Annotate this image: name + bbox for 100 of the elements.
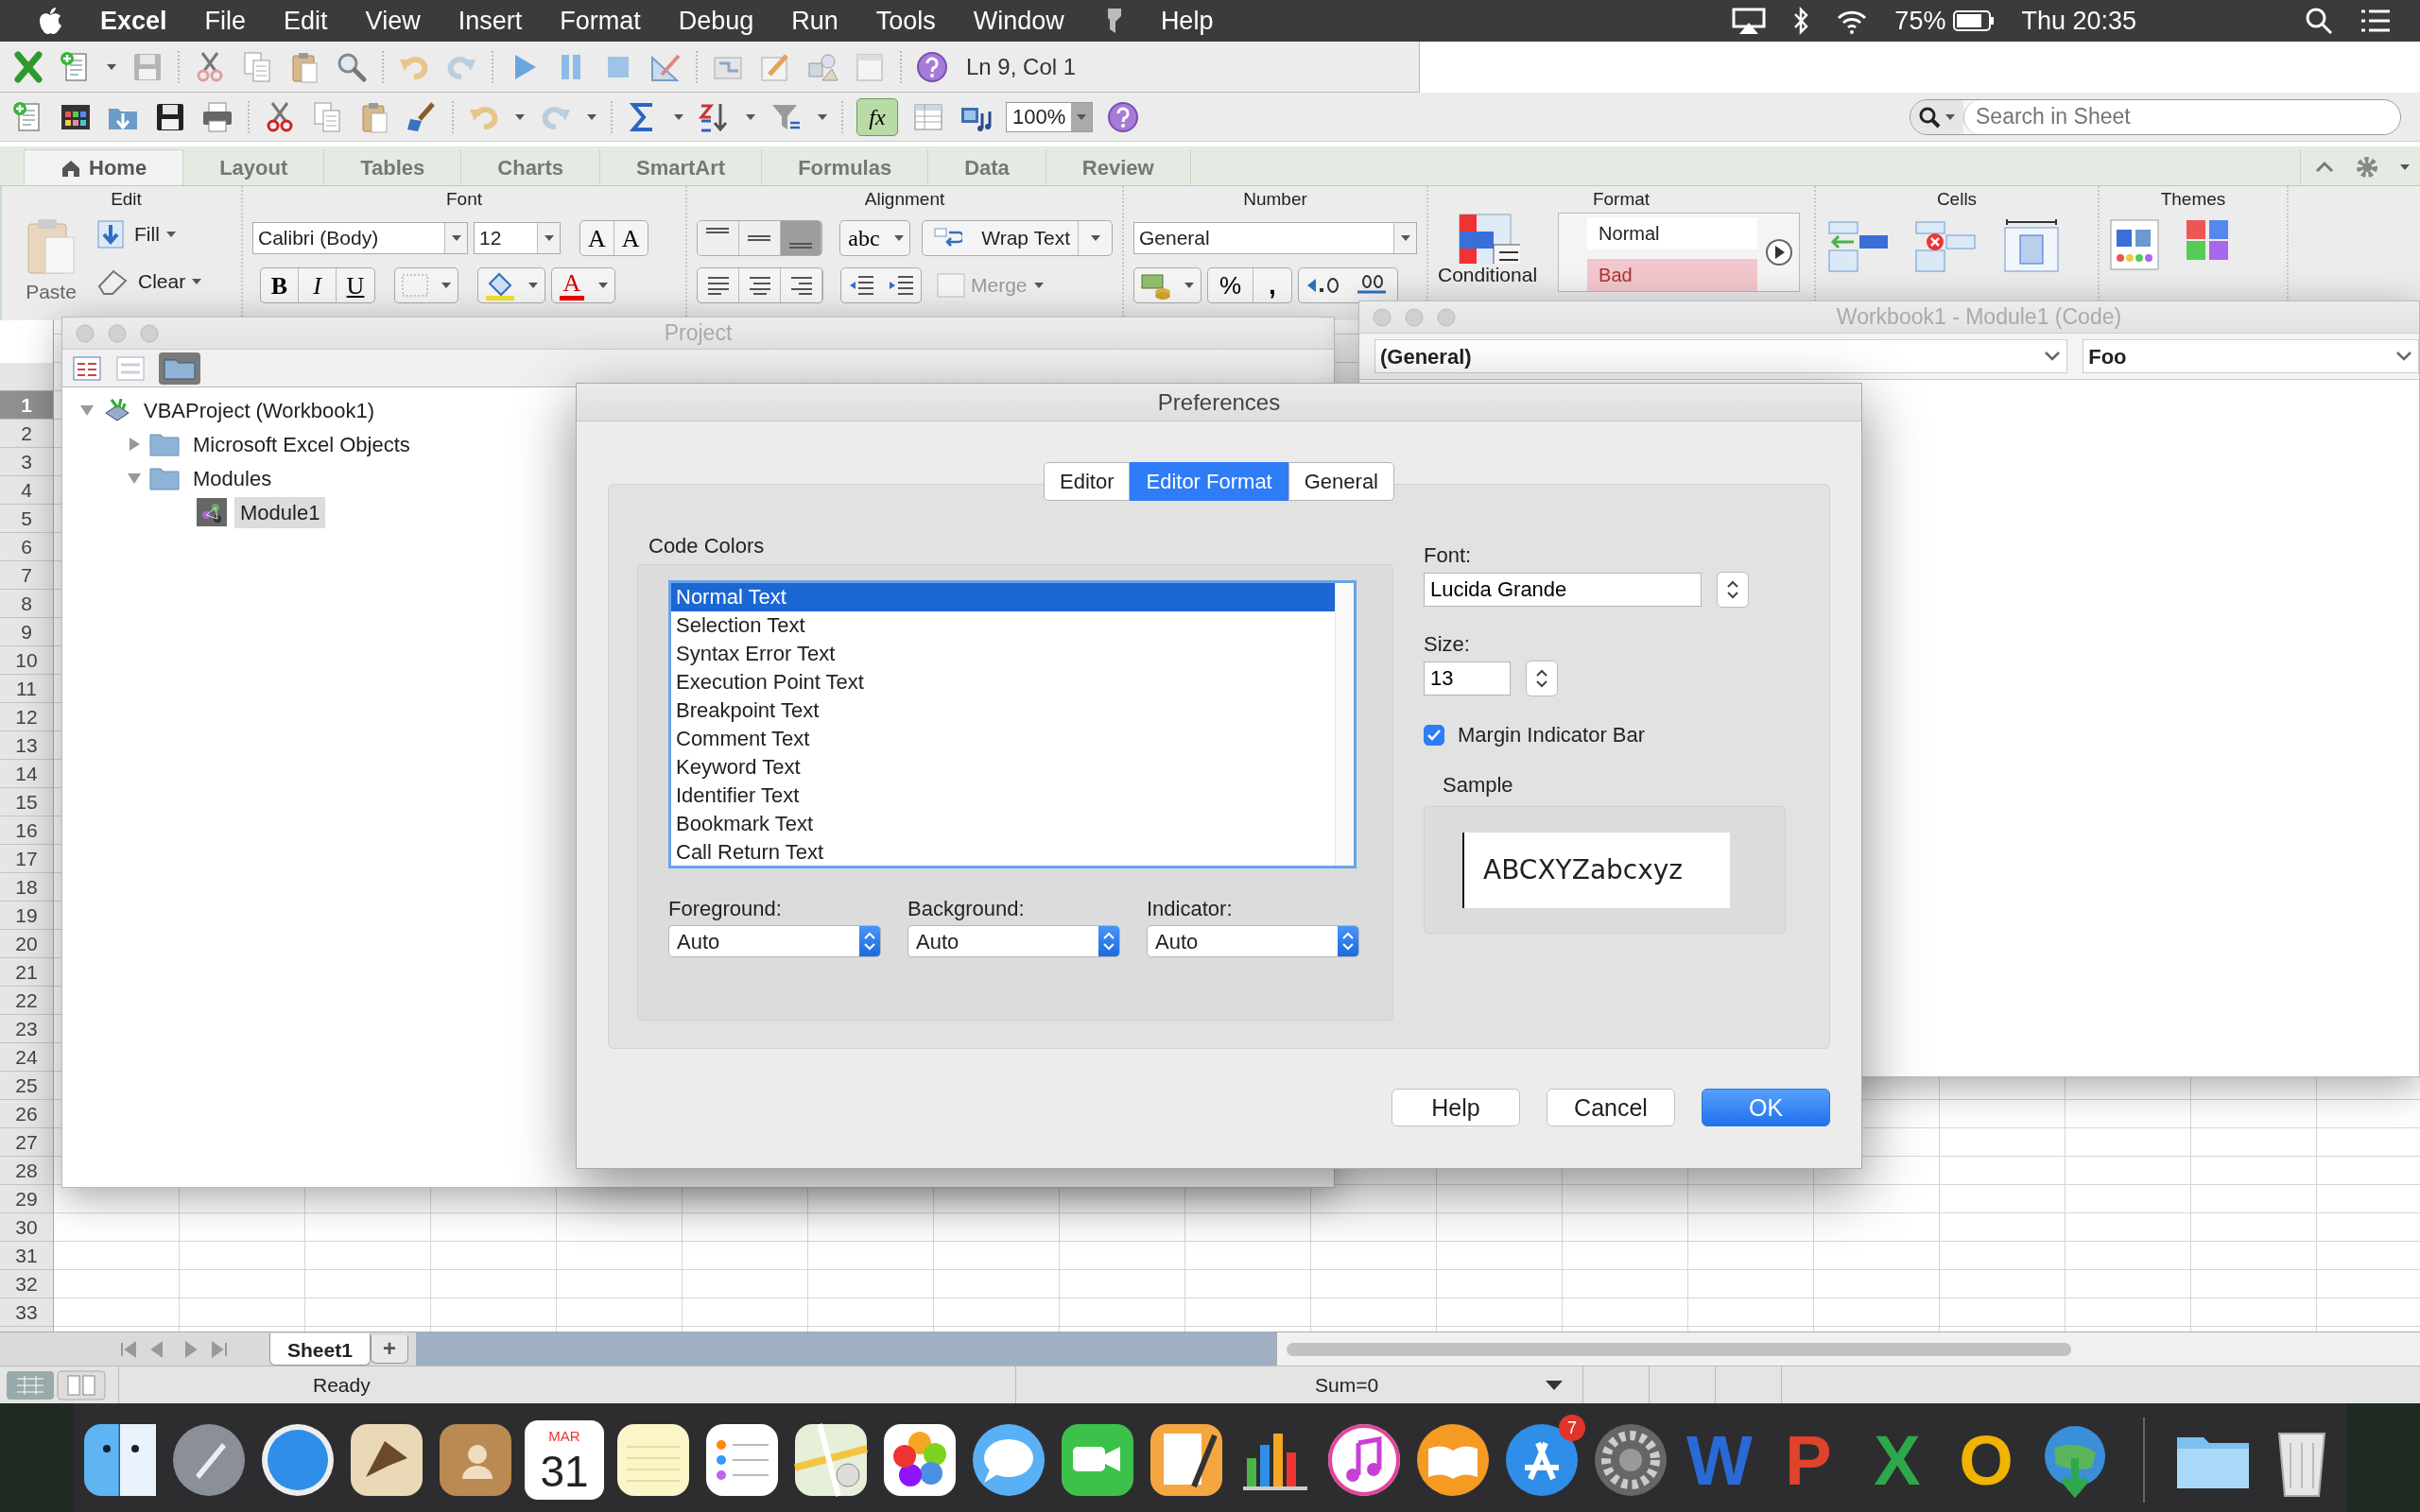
ribbon-tab[interactable]: Formulas bbox=[762, 149, 929, 185]
row-header[interactable]: 18 bbox=[0, 873, 53, 902]
row-header[interactable]: 16 bbox=[0, 816, 53, 845]
dropdown-icon[interactable] bbox=[1545, 1379, 1564, 1391]
menu-item[interactable]: View bbox=[365, 1, 421, 41]
row-header[interactable]: 23 bbox=[0, 1015, 53, 1043]
row-header[interactable]: 30 bbox=[0, 1213, 53, 1242]
row-header[interactable]: 12 bbox=[0, 703, 53, 731]
text-align-icon[interactable] bbox=[747, 276, 772, 295]
expanded-arrow-icon[interactable] bbox=[127, 471, 142, 486]
caret-icon[interactable] bbox=[1090, 234, 1101, 242]
dialog-tab[interactable]: General bbox=[1288, 462, 1394, 501]
dialog-button[interactable]: Cancel bbox=[1547, 1089, 1675, 1126]
menu-item[interactable]: Debug bbox=[678, 1, 754, 41]
row-header[interactable]: 9 bbox=[0, 618, 53, 646]
chevron-down-icon[interactable] bbox=[2395, 351, 2412, 362]
bluetooth-icon[interactable] bbox=[1792, 7, 1810, 35]
row-header[interactable]: 5 bbox=[0, 505, 53, 533]
list-item[interactable]: Bookmark Text bbox=[671, 810, 1335, 838]
caret-icon[interactable] bbox=[527, 282, 539, 289]
app-letter-icon[interactable]: X bbox=[1858, 1420, 1937, 1500]
list-item[interactable]: Call Return Text bbox=[671, 838, 1335, 867]
italic-button[interactable]: I bbox=[299, 268, 337, 302]
paste-button[interactable]: Paste bbox=[21, 211, 81, 309]
currency-icon[interactable] bbox=[1140, 271, 1172, 300]
scrollbar-track[interactable] bbox=[1335, 583, 1354, 866]
map-icon[interactable] bbox=[791, 1420, 871, 1500]
row-header[interactable]: 19 bbox=[0, 902, 53, 930]
row-header[interactable]: 22 bbox=[0, 987, 53, 1015]
ribbon-tab[interactable]: Tables bbox=[324, 149, 462, 185]
caret-icon[interactable] bbox=[1945, 112, 1956, 121]
help-icon[interactable] bbox=[915, 49, 949, 84]
row-header[interactable]: 2 bbox=[0, 420, 53, 448]
dialog-tab[interactable]: Editor bbox=[1044, 462, 1131, 501]
caret-icon[interactable] bbox=[597, 282, 609, 289]
row-header[interactable]: 4 bbox=[0, 476, 53, 505]
menu-item[interactable]: Help bbox=[1160, 1, 1214, 41]
apple-icon[interactable] bbox=[38, 7, 62, 35]
paint-bucket-icon[interactable] bbox=[484, 270, 516, 301]
caret-icon[interactable] bbox=[673, 112, 684, 121]
battery-icon[interactable] bbox=[1953, 10, 1996, 31]
fill-button[interactable]: Fill bbox=[130, 217, 181, 251]
clock[interactable]: Thu 20:35 bbox=[2021, 1, 2136, 41]
procedure-dropdown[interactable]: Foo bbox=[2083, 339, 2419, 373]
row-header[interactable]: 14 bbox=[0, 760, 53, 788]
caret-icon[interactable] bbox=[191, 278, 203, 285]
row-header[interactable]: 28 bbox=[0, 1157, 53, 1185]
caret-icon[interactable] bbox=[450, 234, 462, 242]
stepper-button[interactable] bbox=[1526, 661, 1558, 696]
caret-icon[interactable] bbox=[1184, 282, 1195, 289]
row-header[interactable]: 31 bbox=[0, 1242, 53, 1270]
ribbon-tab[interactable]: Review bbox=[1046, 149, 1191, 185]
menu-item[interactable]: Tools bbox=[875, 1, 936, 41]
increase-indent-icon[interactable] bbox=[887, 275, 915, 296]
row-header[interactable]: 15 bbox=[0, 788, 53, 816]
underline-button[interactable]: U bbox=[337, 268, 374, 302]
row-header[interactable]: 29 bbox=[0, 1185, 53, 1213]
list-item[interactable]: Breakpoint Text bbox=[671, 696, 1335, 725]
row-header[interactable]: 27 bbox=[0, 1128, 53, 1157]
add-sheet-button[interactable]: + bbox=[370, 1334, 408, 1364]
chevron-down-icon[interactable] bbox=[2044, 351, 2062, 362]
size-field[interactable]: 13 bbox=[1424, 662, 1511, 696]
search-icon[interactable] bbox=[2305, 7, 2333, 35]
menu-item[interactable]: Run bbox=[791, 1, 838, 41]
row-header[interactable]: 25 bbox=[0, 1072, 53, 1100]
wrap-text-button[interactable]: Wrap Text bbox=[922, 220, 1113, 256]
font-field[interactable]: Lucida Grande bbox=[1424, 573, 1702, 607]
row-header[interactable]: 20 bbox=[0, 930, 53, 958]
ribbon-tab[interactable]: SmartArt bbox=[600, 149, 763, 185]
collapsed-arrow-icon[interactable] bbox=[127, 437, 142, 452]
color-dropdown[interactable]: Auto bbox=[1147, 925, 1359, 957]
grow-font-button[interactable]: A bbox=[580, 221, 614, 255]
tree-item[interactable]: Microsoft Excel Objects bbox=[187, 428, 416, 460]
row-header[interactable]: 7 bbox=[0, 561, 53, 590]
row-header[interactable]: 21 bbox=[0, 958, 53, 987]
row-header[interactable]: 17 bbox=[0, 845, 53, 873]
conditional-formatting-button[interactable]: Conditional bbox=[1438, 213, 1538, 292]
caret-icon[interactable] bbox=[1076, 112, 1087, 121]
list-item[interactable]: Selection Text bbox=[671, 611, 1335, 640]
tree-item[interactable]: Module1 bbox=[234, 496, 326, 528]
delete-cells-icon[interactable] bbox=[1912, 218, 1979, 275]
list-item[interactable]: Syntax Error Text bbox=[671, 640, 1335, 668]
list-item[interactable]: Keyword Text bbox=[671, 753, 1335, 782]
dialog-button[interactable]: Help bbox=[1392, 1089, 1520, 1126]
color-dropdown[interactable]: Auto bbox=[668, 925, 881, 957]
airplay-icon[interactable] bbox=[1732, 8, 1767, 34]
caret-icon[interactable] bbox=[164, 231, 177, 238]
toggle-folders-icon[interactable] bbox=[159, 352, 200, 385]
scroll-thumb[interactable] bbox=[1286, 1342, 2071, 1356]
menu-icon[interactable] bbox=[2360, 9, 2392, 33]
percent-button[interactable]: % bbox=[1208, 268, 1253, 302]
align-button[interactable] bbox=[738, 221, 781, 255]
ribbon-tab[interactable]: Home bbox=[24, 149, 184, 185]
caret-icon[interactable] bbox=[586, 112, 597, 121]
color-dropdown[interactable]: Auto bbox=[908, 925, 1120, 957]
stepper-button[interactable] bbox=[1717, 572, 1749, 608]
excel-logo-icon[interactable] bbox=[11, 49, 45, 84]
align-button[interactable] bbox=[698, 221, 739, 255]
search-icon[interactable] bbox=[1918, 105, 1941, 129]
caret-icon[interactable] bbox=[1399, 234, 1411, 242]
